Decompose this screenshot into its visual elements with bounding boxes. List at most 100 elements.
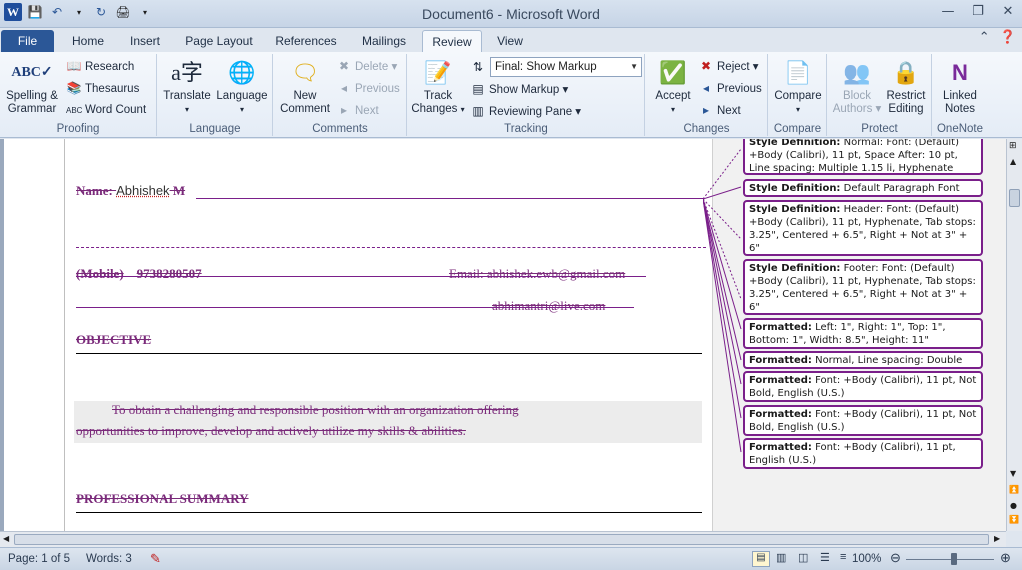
- tab-page-layout[interactable]: Page Layout: [178, 30, 260, 52]
- balloon-head: Formatted:: [749, 375, 812, 386]
- objective-text-1[interactable]: To obtain a challenging and responsible …: [76, 402, 698, 418]
- chevron-down-icon: ▼: [630, 62, 638, 71]
- mobile-value: 9738280507: [136, 266, 202, 281]
- reject-button[interactable]: ✖ Reject ▾: [698, 56, 759, 76]
- accept-button[interactable]: ✅ Accept ▾: [648, 56, 698, 116]
- horizontal-scrollbar[interactable]: ◀ ▶: [0, 531, 1006, 547]
- word-count[interactable]: Words: 3: [86, 553, 132, 565]
- change-line-3: [76, 307, 634, 308]
- next-comment-label: Next: [355, 105, 379, 117]
- zoom-slider-thumb[interactable]: [951, 553, 957, 565]
- minimize-icon[interactable]: —: [940, 4, 956, 19]
- proofing-status-icon[interactable]: ✎: [150, 551, 161, 567]
- delete-comment-button[interactable]: ✖ Delete ▾: [336, 56, 397, 76]
- balloon-style-header[interactable]: Style Definition: Header: Font: (Default…: [743, 200, 983, 256]
- balloon-style-default-font[interactable]: Style Definition: Default Paragraph Font: [743, 179, 983, 197]
- balloon-style-footer[interactable]: Style Definition: Footer: Font: (Default…: [743, 259, 983, 315]
- page-count[interactable]: Page: 1 of 5: [8, 553, 70, 565]
- show-markup-button[interactable]: ▤ Show Markup ▾: [470, 79, 568, 99]
- web-layout-icon[interactable]: ◫: [798, 551, 808, 564]
- full-screen-reading-icon[interactable]: ▥: [776, 551, 786, 564]
- translate-button[interactable]: a字 Translate ▾: [160, 56, 214, 116]
- print-layout-icon[interactable]: ▤: [752, 551, 770, 567]
- scroll-down-icon[interactable]: ▼: [1010, 469, 1016, 478]
- help-icon[interactable]: ❓: [1000, 30, 1016, 45]
- changes-group-label: Changes: [683, 123, 730, 135]
- language-dropdown-icon: ▾: [239, 105, 244, 114]
- zoom-level[interactable]: 100%: [852, 553, 881, 565]
- browse-object-icon[interactable]: ●: [1010, 501, 1017, 510]
- objective-text-2[interactable]: opportunities to improve, develop and ac…: [76, 423, 466, 439]
- spelling-grammar-button[interactable]: ABC✓ Spelling & Grammar: [2, 56, 62, 116]
- scroll-left-icon[interactable]: ◀: [3, 534, 9, 543]
- balloon-head: Style Definition:: [749, 204, 841, 215]
- status-bar: Page: 1 of 5 Words: 3 ✎ ▤ ▥ ◫ ☰ ≡ 100% ⊖…: [0, 547, 1022, 570]
- display-for-review-select[interactable]: Final: Show Markup ▼: [490, 57, 642, 77]
- tab-home[interactable]: Home: [62, 30, 114, 52]
- summary-heading[interactable]: PROFESSIONAL SUMMARY: [76, 491, 249, 507]
- balloon-formatted-font-2[interactable]: Formatted: Font: +Body (Calibri), 11 pt,…: [743, 405, 983, 436]
- balloon-head: Formatted:: [749, 442, 812, 453]
- balloon-style-normal[interactable]: Style Definition: Normal: Font: (Default…: [743, 139, 983, 175]
- next-page-icon[interactable]: ⏬: [1009, 515, 1019, 524]
- scroll-up-icon[interactable]: ▲: [1010, 157, 1016, 166]
- email-2[interactable]: abhimantri@live.com: [492, 298, 605, 314]
- close-icon[interactable]: ✕: [1000, 4, 1016, 19]
- zoom-out-icon[interactable]: ⊖: [890, 550, 901, 566]
- thesaurus-icon: 📚: [66, 81, 82, 95]
- objective-heading[interactable]: OBJECTIVE: [76, 332, 151, 348]
- previous-page-icon[interactable]: ⏫: [1009, 485, 1019, 494]
- tab-insert[interactable]: Insert: [120, 30, 170, 52]
- name-line[interactable]: Name: Abhishek M: [76, 183, 185, 199]
- balloon-formatted-font-3[interactable]: Formatted: Font: +Body (Calibri), 11 pt,…: [743, 438, 983, 469]
- tracking-group-label: Tracking: [504, 123, 548, 135]
- balloon-formatted-page[interactable]: Formatted: Left: 1", Right: 1", Top: 1",…: [743, 318, 983, 349]
- track-dropdown-icon: ▾: [460, 105, 465, 114]
- outline-icon[interactable]: ☰: [820, 551, 830, 564]
- zoom-in-icon[interactable]: ⊕: [1000, 550, 1011, 566]
- research-button[interactable]: 📖 Research: [66, 56, 135, 76]
- previous-change-button[interactable]: ◂ Previous: [698, 78, 762, 98]
- group-tracking: 📝 Track Changes ▾ ⇅ Final: Show Markup ▼…: [408, 54, 645, 136]
- summary-rule: [76, 512, 702, 513]
- draft-icon[interactable]: ≡: [840, 551, 846, 563]
- word-count-button[interactable]: ABC Word Count: [66, 100, 146, 120]
- tab-review[interactable]: Review: [422, 30, 482, 52]
- thesaurus-button[interactable]: 📚 Thesaurus: [66, 78, 140, 98]
- document-page[interactable]: Name: Abhishek M (Mobile) 9738280507 Ema…: [4, 139, 712, 531]
- restore-icon[interactable]: ❐: [970, 4, 986, 19]
- minimize-ribbon-icon[interactable]: ⌃: [979, 30, 990, 45]
- track-changes-button[interactable]: 📝 Track Changes ▾: [410, 56, 466, 116]
- horizontal-scroll-thumb[interactable]: [14, 534, 989, 545]
- zoom-slider[interactable]: [906, 559, 994, 560]
- window-controls: — ❐ ✕: [940, 4, 1016, 19]
- tab-mailings[interactable]: Mailings: [352, 30, 416, 52]
- ruler-toggle-icon[interactable]: ⊞: [1009, 141, 1017, 151]
- balloon-formatted-font-1[interactable]: Formatted: Font: +Body (Calibri), 11 pt,…: [743, 371, 983, 402]
- email-1[interactable]: Email: abhishek.ewb@gmail.com: [449, 266, 625, 282]
- compare-button[interactable]: 📄 Compare ▾: [771, 56, 825, 116]
- next-comment-button[interactable]: ▸ Next: [336, 100, 379, 120]
- new-comment-button[interactable]: 🗨 New Comment: [276, 56, 334, 116]
- tab-view[interactable]: View: [488, 30, 532, 52]
- language-button[interactable]: 🌐 Language ▾: [214, 56, 270, 116]
- compare-group-label: Compare: [773, 123, 822, 135]
- previous-comment-button[interactable]: ◂ Previous: [336, 78, 400, 98]
- scroll-right-icon[interactable]: ▶: [994, 534, 1000, 543]
- linked-notes-button[interactable]: N Linked Notes: [935, 56, 985, 116]
- next-change-button[interactable]: ▸ Next: [698, 100, 741, 120]
- delete-comment-icon: ✖: [338, 59, 350, 73]
- accept-label: Accept: [655, 90, 691, 102]
- reviewing-pane-button[interactable]: ▥ Reviewing Pane ▾: [470, 101, 581, 121]
- mobile-line[interactable]: (Mobile) 9738280507: [76, 266, 202, 282]
- restrict-editing-button[interactable]: 🔒 Restrict Editing: [880, 56, 932, 116]
- onenote-icon: N: [952, 59, 968, 85]
- tab-file[interactable]: File: [1, 30, 54, 52]
- balloon-formatted-spacing[interactable]: Formatted: Normal, Line spacing: Double: [743, 351, 983, 369]
- vertical-scrollbar[interactable]: ⊞ ▲ ▼ ⏫ ● ⏬: [1006, 139, 1022, 531]
- vertical-scroll-thumb[interactable]: [1009, 189, 1020, 207]
- tab-references[interactable]: References: [268, 30, 344, 52]
- research-label: Research: [85, 61, 135, 73]
- block-authors-button[interactable]: 👥 Block Authors ▾: [830, 56, 884, 116]
- next-change-label: Next: [717, 105, 741, 117]
